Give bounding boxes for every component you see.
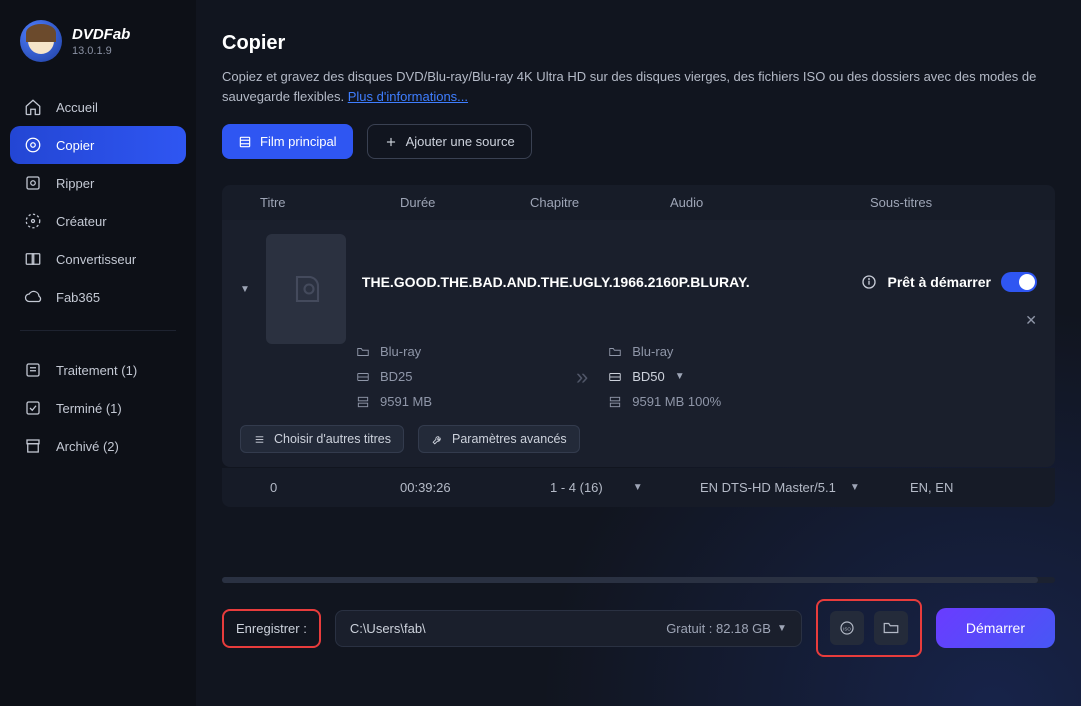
save-label-highlight: Enregistrer : — [222, 609, 321, 648]
iso-button[interactable]: ISO — [830, 611, 864, 645]
list-icon — [253, 433, 266, 446]
title-audio: EN DTS-HD Master/5.1 — [700, 480, 836, 495]
remove-task-icon[interactable]: ✕ — [1025, 312, 1037, 329]
storage-icon — [356, 395, 370, 409]
task-status: Prêt à démarrer — [887, 274, 991, 290]
col-duration: Durée — [400, 195, 530, 210]
expand-caret-icon[interactable]: ▼ — [240, 284, 250, 295]
cloud-icon — [24, 288, 42, 306]
source-type: Blu-ray — [380, 344, 421, 359]
film-icon — [238, 135, 252, 149]
title-duration: 00:39:26 — [400, 480, 550, 495]
chevron-down-icon[interactable]: ▼ — [777, 623, 787, 634]
plus-icon — [384, 135, 398, 149]
start-button[interactable]: Démarrer — [936, 608, 1055, 648]
choose-other-titles-button[interactable]: Choisir d'autres titres — [240, 425, 404, 453]
info-icon[interactable] — [861, 274, 877, 290]
task-row: ▼ THE.GOOD.THE.BAD.AND.THE.UGLY.1966.216… — [222, 220, 1055, 467]
sidebar-item-label: Fab365 — [56, 290, 100, 305]
disc-size-icon — [356, 370, 370, 384]
sidebar-item-label: Traitement (1) — [56, 363, 137, 378]
sidebar-item-fab365[interactable]: Fab365 — [10, 278, 186, 316]
chevron-down-icon: ▼ — [675, 371, 685, 382]
disc-icon — [288, 271, 324, 307]
page-title: Copier — [222, 32, 1055, 55]
task-title: THE.GOOD.THE.BAD.AND.THE.UGLY.1966.2160P… — [362, 274, 750, 290]
logo-icon — [20, 20, 62, 62]
check-list-icon — [24, 399, 42, 417]
folder-button[interactable] — [874, 611, 908, 645]
sidebar-item-ripper[interactable]: Ripper — [10, 164, 186, 202]
sidebar-item-home[interactable]: Accueil — [10, 88, 186, 126]
sidebar-item-copy[interactable]: Copier — [10, 126, 186, 164]
save-path-input[interactable]: C:\Users\fab\ Gratuit : 82.18 GB ▼ — [335, 610, 802, 647]
sidebar-item-label: Copier — [56, 138, 94, 153]
list-icon — [24, 361, 42, 379]
brand-name: DVDFab — [72, 26, 130, 43]
copy-icon — [24, 136, 42, 154]
home-icon — [24, 98, 42, 116]
title-subtitles: EN, EN — [910, 480, 1037, 495]
add-source-button[interactable]: Ajouter une source — [367, 124, 532, 159]
archive-icon — [24, 437, 42, 455]
sidebar-item-processing[interactable]: Traitement (1) — [10, 351, 186, 389]
target-size: 9591 MB 100% — [632, 394, 721, 409]
creator-icon — [24, 212, 42, 230]
main-film-button[interactable]: Film principal — [222, 124, 353, 159]
col-title: Titre — [240, 195, 400, 210]
title-chapters: 1 - 4 (16) — [550, 480, 603, 495]
source-size: 9591 MB — [380, 394, 432, 409]
title-detail-row[interactable]: 0 00:39:26 1 - 4 (16) ▼ EN DTS-HD Master… — [222, 468, 1055, 507]
sidebar-item-converter[interactable]: Convertisseur — [10, 240, 186, 278]
storage-icon — [608, 395, 622, 409]
col-subtitles: Sous-titres — [870, 195, 1037, 210]
brand-version: 13.0.1.9 — [72, 45, 130, 57]
sidebar-item-label: Créateur — [56, 214, 107, 229]
disc-size-icon — [608, 370, 622, 384]
folder-icon — [608, 345, 622, 359]
sidebar-item-label: Convertisseur — [56, 252, 136, 267]
chevron-down-icon[interactable]: ▼ — [633, 482, 643, 493]
converter-icon — [24, 250, 42, 268]
folder-icon — [356, 345, 370, 359]
thumbnail — [266, 234, 346, 344]
page-description: Copiez et gravez des disques DVD/Blu-ray… — [222, 67, 1042, 106]
save-path-text: C:\Users\fab\ — [350, 621, 646, 636]
save-label: Enregistrer : — [236, 621, 307, 636]
sidebar-item-label: Accueil — [56, 100, 98, 115]
logo-block: DVDFab 13.0.1.9 — [0, 20, 196, 82]
free-space-text: Gratuit : 82.18 GB — [666, 621, 771, 636]
target-type: Blu-ray — [632, 344, 673, 359]
svg-text:ISO: ISO — [843, 626, 851, 631]
sidebar-item-label: Archivé (2) — [56, 439, 119, 454]
sidebar-item-creator[interactable]: Créateur — [10, 202, 186, 240]
arrow-right-icon: » — [576, 364, 588, 390]
col-audio: Audio — [670, 195, 870, 210]
chevron-down-icon[interactable]: ▼ — [850, 482, 860, 493]
title-index: 0 — [240, 480, 400, 495]
sidebar-item-label: Terminé (1) — [56, 401, 122, 416]
target-disc-select[interactable]: BD50 ▼ — [608, 369, 808, 384]
sidebar-item-done[interactable]: Terminé (1) — [10, 389, 186, 427]
more-info-link[interactable]: Plus d'informations... — [348, 89, 468, 104]
source-disc: BD25 — [380, 369, 413, 384]
iso-icon: ISO — [838, 619, 856, 637]
col-chapter: Chapitre — [530, 195, 670, 210]
ripper-icon — [24, 174, 42, 192]
sidebar-item-label: Ripper — [56, 176, 94, 191]
output-icons-highlight: ISO — [816, 599, 922, 657]
folder-icon — [882, 619, 900, 637]
wrench-icon — [431, 433, 444, 446]
table-header: Titre Durée Chapitre Audio Sous-titres — [222, 185, 1055, 220]
advanced-settings-button[interactable]: Paramètres avancés — [418, 425, 580, 453]
sidebar-item-archive[interactable]: Archivé (2) — [10, 427, 186, 465]
task-toggle[interactable] — [1001, 272, 1037, 292]
